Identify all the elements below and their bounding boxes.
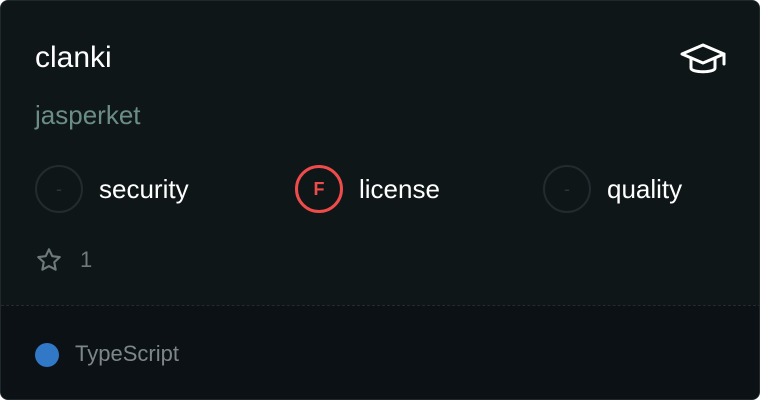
- star-count: 1: [80, 247, 93, 272]
- graduation-cap-icon: [680, 43, 726, 74]
- repo-name[interactable]: clanki: [35, 39, 112, 77]
- repo-owner[interactable]: jasperket: [35, 98, 141, 132]
- repo-card[interactable]: clanki jasperket - security F license - …: [0, 0, 760, 400]
- language-name: TypeScript: [75, 341, 179, 366]
- license-grade-badge: F: [295, 165, 343, 213]
- metric-quality[interactable]: - quality: [543, 165, 682, 213]
- star-icon: [37, 248, 61, 271]
- metric-security[interactable]: - security: [35, 165, 189, 213]
- metric-license[interactable]: F license: [295, 165, 440, 213]
- security-label: security: [99, 174, 189, 204]
- license-label: license: [359, 174, 440, 204]
- stars[interactable]: 1: [35, 245, 92, 275]
- language-color-dot: [35, 343, 59, 367]
- security-grade-badge: -: [35, 165, 83, 213]
- quality-grade-badge: -: [543, 165, 591, 213]
- card-footer: TypeScript: [1, 305, 759, 399]
- quality-label: quality: [607, 174, 683, 204]
